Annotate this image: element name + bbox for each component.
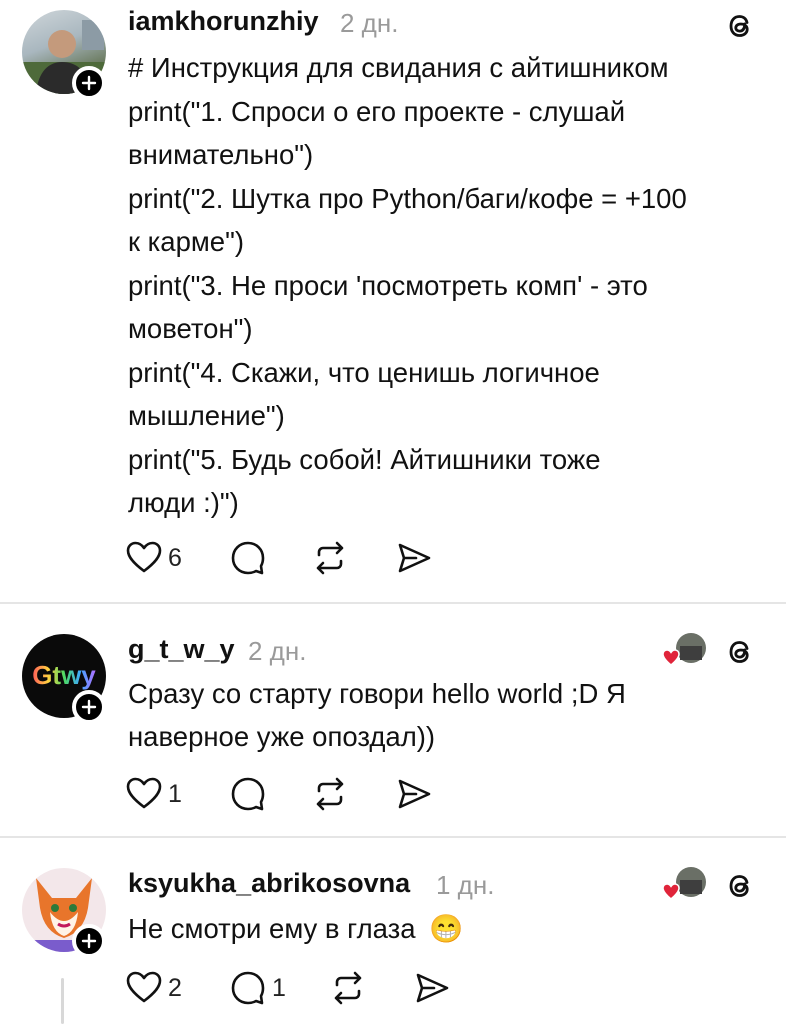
post-3: ksyukha_abrikosovna 1 дн. Не смотри ему … <box>0 838 786 1024</box>
post-actions: 2 1 <box>124 968 449 1008</box>
post-text-line: print("3. Не проси 'посмотреть комп' - э… <box>128 270 648 301</box>
timestamp: 2 дн. <box>340 8 399 38</box>
like-count: 2 <box>168 974 182 1002</box>
repost-icon[interactable] <box>310 538 350 578</box>
thread-reply-line <box>61 978 64 1024</box>
reply-count: 1 <box>272 974 286 1002</box>
post-text-line: мышление") <box>128 400 285 431</box>
heart-icon[interactable] <box>124 538 164 578</box>
post-text-line: # Инструкция для свидания с айтишником <box>128 52 669 83</box>
post-text: Не смотри ему в глаза <box>128 913 416 944</box>
plus-icon <box>81 699 97 715</box>
like-count: 6 <box>168 544 182 572</box>
post-text-line: к карме") <box>128 226 245 257</box>
post-2: Gtwy g_t_w_y 2 дн. Сразу со старту говор… <box>0 604 786 836</box>
liked-by-author-badge <box>662 633 706 666</box>
timestamp: 2 дн. <box>248 636 307 666</box>
repost-icon[interactable] <box>310 774 350 814</box>
svg-text:Gtwy: Gtwy <box>32 660 96 690</box>
comment-icon[interactable] <box>228 538 268 578</box>
share-icon[interactable] <box>394 774 434 814</box>
comment-icon[interactable] <box>228 968 268 1008</box>
heart-icon[interactable] <box>124 968 164 1008</box>
follow-plus-button[interactable] <box>72 66 106 100</box>
repost-icon[interactable] <box>328 968 368 1008</box>
post-text-line: наверное уже опоздал)) <box>128 721 436 752</box>
plus-icon <box>81 75 97 91</box>
liked-by-author-badge <box>662 867 706 900</box>
username[interactable]: ksyukha_abrikosovna <box>128 868 410 899</box>
post-text-line: Сразу со старту говори hello world ;D Я <box>128 678 626 709</box>
comment-icon[interactable] <box>228 774 268 814</box>
post-text-line: внимательно") <box>128 139 314 170</box>
threads-icon[interactable] <box>722 634 758 670</box>
post-text-line: print("1. Спроси о его проекте - слушай <box>128 96 626 127</box>
grinning-emoji: 😁 <box>429 913 464 944</box>
username[interactable]: g_t_w_y <box>128 634 235 665</box>
share-icon[interactable] <box>412 968 452 1008</box>
timestamp: 1 дн. <box>436 870 495 900</box>
post-actions: 1 <box>124 774 444 814</box>
threads-icon[interactable] <box>722 8 758 44</box>
follow-plus-button[interactable] <box>72 690 106 724</box>
post-text-line: print("2. Шутка про Python/баги/кофе = +… <box>128 183 687 214</box>
heart-icon[interactable] <box>124 774 164 814</box>
plus-icon <box>81 933 97 949</box>
like-count: 1 <box>168 780 182 808</box>
follow-plus-button[interactable] <box>72 924 106 958</box>
post-text-line: print("4. Скажи, что ценишь логичное <box>128 357 600 388</box>
post-actions: 6 <box>124 538 444 578</box>
post-text-line: print("5. Будь собой! Айтишники тоже <box>128 444 601 475</box>
share-icon[interactable] <box>394 538 434 578</box>
post-1: iamkhorunzhiy 2 дн. # Инструкция для сви… <box>0 0 786 600</box>
threads-icon[interactable] <box>722 868 758 904</box>
post-text-line: люди :)") <box>128 487 239 518</box>
post-text-line: Не смотри ему в глаза 😁 <box>128 912 463 945</box>
username[interactable]: iamkhorunzhiy <box>128 6 319 37</box>
post-text-line: моветон") <box>128 313 253 344</box>
